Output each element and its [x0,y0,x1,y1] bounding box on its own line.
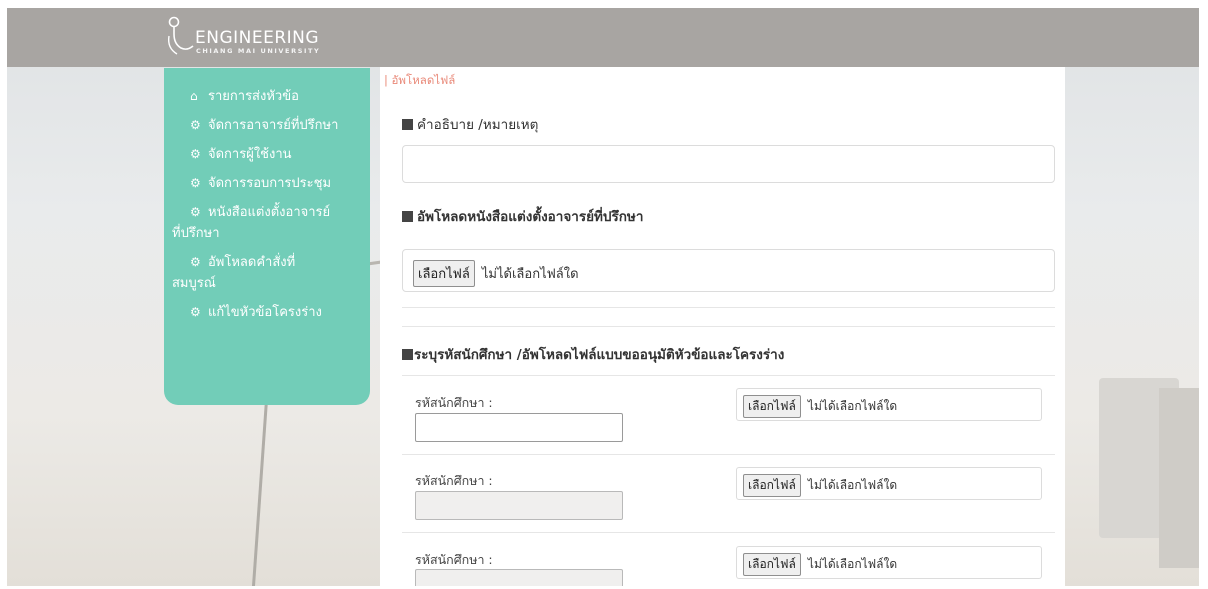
description-heading: คำอธิบาย /หมายเหตุ [402,113,538,135]
main-content: | อัพโหลดไฟล์ คำอธิบาย /หมายเหตุ อัพโหลด… [380,67,1065,586]
square-bullet-icon [402,349,413,360]
breadcrumb: | อัพโหลดไฟล์ [384,73,456,87]
sidebar-item-edit-outline[interactable]: ⚙ แก้ไขหัวข้อโครงร่าง [190,302,364,331]
sidebar-item-topic-list[interactable]: ⌂ รายการส่งหัวข้อ [190,86,364,115]
student-id-label: รหัสนักศึกษา : [415,552,493,567]
outline-file-field: เลือกไฟล์ ไม่ได้เลือกไฟล์ใด [736,546,1042,579]
square-bullet-icon [402,211,413,222]
description-input[interactable] [402,145,1055,183]
outline-file-field: เลือกไฟล์ ไม่ได้เลือกไฟล์ใด [736,388,1042,421]
gear-icon: ⚙ [190,305,201,319]
sidebar-item-label: แก้ไขหัวข้อโครงร่าง [208,305,322,320]
divider [402,454,1055,455]
no-file-chosen-text: ไม่ได้เลือกไฟล์ใด [807,399,898,413]
sidebar-item-manage-meetings[interactable]: ⚙ จัดการรอบการประชุม [190,173,364,202]
sidebar-item-label: อัพโหลดคำสั่งที่ [208,255,296,270]
top-bar: ENGINEERING CHIANG MAI UNIVERSITY [7,8,1199,67]
choose-file-button[interactable]: เลือกไฟล์ [743,395,801,418]
square-bullet-icon [402,119,413,130]
sidebar-item-appointment-letter[interactable]: ⚙ หนังสือแต่งตั้งอาจารย์ ที่ปรึกษา [172,202,364,252]
student-section-heading: ระบุรหัสนักศึกษา /อัพโหลดไฟล์แบบขออนุมัต… [402,343,784,365]
elephant-logo-icon [167,16,194,55]
upload-appointment-heading: อัพโหลดหนังสือแต่งตั้งอาจารย์ที่ปรึกษา [402,205,643,227]
sidebar-item-manage-users[interactable]: ⚙ จัดการผู้ใช้งาน [190,144,364,173]
logo[interactable]: ENGINEERING CHIANG MAI UNIVERSITY [165,14,385,58]
sidebar-item-label-cont: ที่ปรึกษา [172,226,220,241]
no-file-chosen-text: ไม่ได้เลือกไฟล์ใด [807,557,898,571]
choose-file-button[interactable]: เลือกไฟล์ [743,553,801,576]
page-frame: ENGINEERING CHIANG MAI UNIVERSITY ⌂ รายกา… [7,8,1199,586]
sidebar-item-label: หนังสือแต่งตั้งอาจารย์ [208,205,331,220]
appointment-file-field: เลือกไฟล์ ไม่ได้เลือกไฟล์ใด [402,249,1055,292]
background-shelf [1159,388,1199,568]
sidebar-item-label-cont: สมบูรณ์ [172,276,216,291]
no-file-chosen-text: ไม่ได้เลือกไฟล์ใด [807,478,898,492]
sidebar-item-upload-order[interactable]: ⚙ อัพโหลดคำสั่งที่ สมบูรณ์ [172,252,364,302]
gear-icon: ⚙ [190,255,201,269]
logo-subtitle: CHIANG MAI UNIVERSITY [196,47,321,55]
divider [402,375,1055,376]
student-section-heading-text: ระบุรหัสนักศึกษา /อัพโหลดไฟล์แบบขออนุมัต… [414,347,785,363]
student-id-input[interactable] [415,413,623,442]
home-icon: ⌂ [190,89,198,103]
student-id-input[interactable] [415,491,623,520]
choose-file-button[interactable]: เลือกไฟล์ [743,474,801,497]
gear-icon: ⚙ [190,205,201,219]
divider [402,532,1055,533]
sidebar-item-label: จัดการอาจารย์ที่ปรึกษา [208,118,339,133]
gear-icon: ⚙ [190,118,201,132]
no-file-chosen-text: ไม่ได้เลือกไฟล์ใด [481,267,579,282]
sidebar-item-label: จัดการรอบการประชุม [208,176,332,191]
sidebar-item-label: จัดการผู้ใช้งาน [208,147,292,162]
sidebar: ⌂ รายการส่งหัวข้อ ⚙ จัดการอาจารย์ที่ปรึกษา… [164,68,370,405]
description-heading-text: คำอธิบาย /หมายเหตุ [417,117,539,133]
student-id-label: รหัสนักศึกษา : [415,395,493,410]
sidebar-item-label: รายการส่งหัวข้อ [208,89,299,104]
outline-file-field: เลือกไฟล์ ไม่ได้เลือกไฟล์ใด [736,467,1042,500]
sidebar-item-manage-advisors[interactable]: ⚙ จัดการอาจารย์ที่ปรึกษา [190,115,364,144]
gear-icon: ⚙ [190,147,201,161]
divider [402,307,1055,308]
student-id-label: รหัสนักศึกษา : [415,473,493,488]
divider [402,326,1055,327]
student-id-input[interactable] [415,569,623,586]
choose-file-button[interactable]: เลือกไฟล์ [413,260,475,287]
gear-icon: ⚙ [190,176,201,190]
upload-appointment-heading-text: อัพโหลดหนังสือแต่งตั้งอาจารย์ที่ปรึกษา [417,209,644,225]
logo-title: ENGINEERING [195,28,320,48]
